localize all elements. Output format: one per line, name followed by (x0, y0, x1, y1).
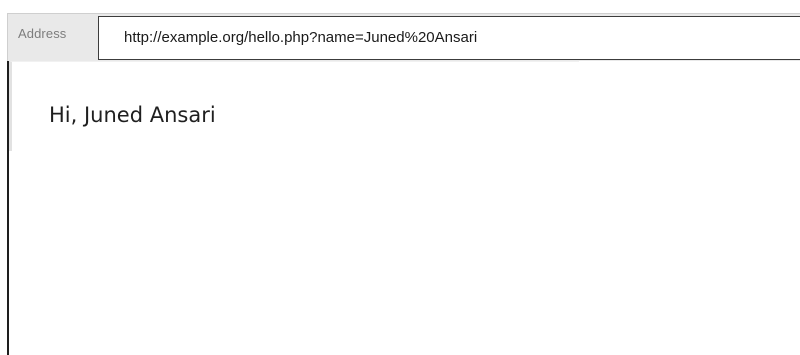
page-content: Hi, Juned Ansari (7, 61, 800, 355)
address-label: Address (18, 26, 67, 41)
browser-window: Address http://example.org/hello.php?nam… (0, 0, 800, 355)
address-bar: Address http://example.org/hello.php?nam… (7, 13, 800, 62)
address-input[interactable]: http://example.org/hello.php?name=Juned%… (98, 16, 800, 60)
greeting-text: Hi, Juned Ansari (49, 103, 216, 127)
